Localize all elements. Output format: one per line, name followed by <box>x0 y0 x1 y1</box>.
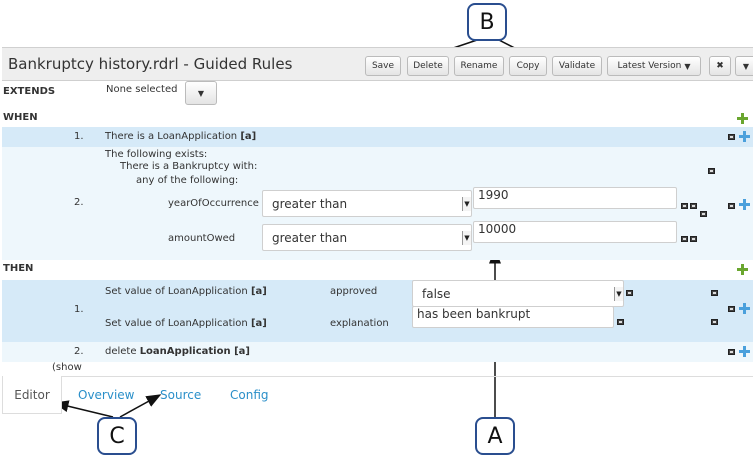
input-value: has been bankrupt <box>417 307 531 321</box>
row-number: 2. <box>74 197 84 208</box>
row-number: 1. <box>74 131 84 142</box>
add-condition-icon[interactable] <box>737 113 748 124</box>
action-label: Set value of LoanApplication <box>105 286 251 297</box>
when-row-1: 1. There is a LoanApplication [a] <box>2 127 753 147</box>
exists-text: The following exists: <box>105 149 208 160</box>
add-action-icon[interactable] <box>737 264 748 275</box>
callout-b: B <box>467 3 507 41</box>
field-name-approved: approved <box>330 286 378 297</box>
remove-icon[interactable] <box>711 290 718 296</box>
caret-down-icon: ▼ <box>462 197 471 211</box>
insert-icon[interactable] <box>739 131 750 142</box>
close-icon: ✖ <box>716 61 724 71</box>
field-name-year: yearOfOccurrence <box>168 198 259 209</box>
remove-icon[interactable] <box>690 203 697 209</box>
remove-icon[interactable] <box>681 203 688 209</box>
action-text-explanation: Set value of LoanApplication [a] <box>105 318 267 329</box>
row-number: 1. <box>74 304 84 315</box>
tab-overview[interactable]: Overview <box>78 388 135 402</box>
tab-config[interactable]: Config <box>230 388 269 402</box>
value-input-year[interactable]: 1990 <box>473 187 677 209</box>
action-label: delete <box>105 346 140 357</box>
any-of-text: any of the following: <box>136 175 239 186</box>
when-label: WHEN <box>3 112 38 123</box>
extends-dropdown-button[interactable]: ▼ <box>185 81 217 105</box>
then-row-2: 2. delete LoanApplication [a] <box>2 342 753 362</box>
tab-editor[interactable]: Editor <box>2 376 62 414</box>
then-row-1: 1. Set value of LoanApplication [a] appr… <box>2 280 753 342</box>
input-value: 1990 <box>478 188 509 202</box>
show-options-link[interactable]: (show <box>52 362 82 373</box>
remove-icon[interactable] <box>626 290 633 296</box>
remove-icon[interactable] <box>617 319 624 325</box>
copy-button[interactable]: Copy <box>509 56 547 76</box>
extends-value: None selected <box>106 84 178 95</box>
input-value: 10000 <box>478 222 517 236</box>
validate-button[interactable]: Validate <box>552 56 602 76</box>
remove-icon[interactable] <box>700 211 707 217</box>
rename-button[interactable]: Rename <box>454 56 504 76</box>
caret-down-icon: ▼ <box>742 61 750 71</box>
caret-down-icon: ▼ <box>684 61 691 71</box>
remove-icon[interactable] <box>708 168 715 174</box>
condition-text: There is a LoanApplication [a] <box>105 131 256 142</box>
remove-icon[interactable] <box>681 236 688 242</box>
save-button[interactable]: Save <box>365 56 401 76</box>
remove-icon[interactable] <box>728 134 735 140</box>
tab-source[interactable]: Source <box>160 388 201 402</box>
insert-icon[interactable] <box>739 199 750 210</box>
then-label: THEN <box>3 263 34 274</box>
remove-icon[interactable] <box>728 306 735 312</box>
latest-version-dropdown[interactable]: Latest Version ▼ <box>607 56 701 76</box>
callout-a: A <box>475 417 515 455</box>
operator-value: greater than <box>272 230 348 245</box>
action-text-approved: Set value of LoanApplication [a] <box>105 286 267 297</box>
remove-icon[interactable] <box>711 319 718 325</box>
remove-icon[interactable] <box>690 236 697 242</box>
delete-target: LoanApplication [a] <box>139 346 250 357</box>
condition-label: There is a LoanApplication <box>105 131 241 142</box>
operator-select-amount[interactable]: greater than ▼ <box>262 224 472 251</box>
remove-icon[interactable] <box>728 203 735 209</box>
tab-strip <box>2 376 753 377</box>
operator-value: greater than <box>272 196 348 211</box>
value-input-amount[interactable]: 10000 <box>473 221 677 243</box>
close-button[interactable]: ✖ <box>709 56 731 76</box>
latest-version-label: Latest Version <box>617 61 682 71</box>
caret-down-icon: ▼ <box>462 231 471 245</box>
explanation-input[interactable]: has been bankrupt <box>412 306 614 328</box>
editor-header: Bankruptcy history.rdrl - Guided Rules S… <box>2 47 753 81</box>
approved-select[interactable]: false ▼ <box>412 280 624 307</box>
when-row-2: The following exists: There is a Bankrup… <box>2 147 753 260</box>
caret-down-icon: ▼ <box>614 287 623 301</box>
binding-label: [a] <box>250 318 267 329</box>
delete-action-text: delete LoanApplication [a] <box>105 346 250 357</box>
remove-icon[interactable] <box>728 349 735 355</box>
more-menu-button[interactable]: ▼ <box>735 56 753 76</box>
callout-c: C <box>97 417 137 455</box>
insert-icon[interactable] <box>739 346 750 357</box>
delete-button[interactable]: Delete <box>407 56 449 76</box>
approved-value: false <box>422 286 451 301</box>
operator-select-year[interactable]: greater than ▼ <box>262 190 472 217</box>
action-label: Set value of LoanApplication <box>105 318 251 329</box>
caret-down-icon: ▼ <box>197 88 205 98</box>
page-title: Bankruptcy history.rdrl - Guided Rules <box>8 55 293 73</box>
extends-label: EXTENDS <box>3 86 56 97</box>
binding-label: [a] <box>250 286 267 297</box>
field-name-amount: amountOwed <box>168 233 236 244</box>
binding-label: [a] <box>240 131 257 142</box>
bankruptcy-text: There is a Bankruptcy with: <box>120 161 258 172</box>
insert-icon[interactable] <box>739 303 750 314</box>
row-number: 2. <box>74 346 84 357</box>
field-name-explanation: explanation <box>330 318 389 329</box>
